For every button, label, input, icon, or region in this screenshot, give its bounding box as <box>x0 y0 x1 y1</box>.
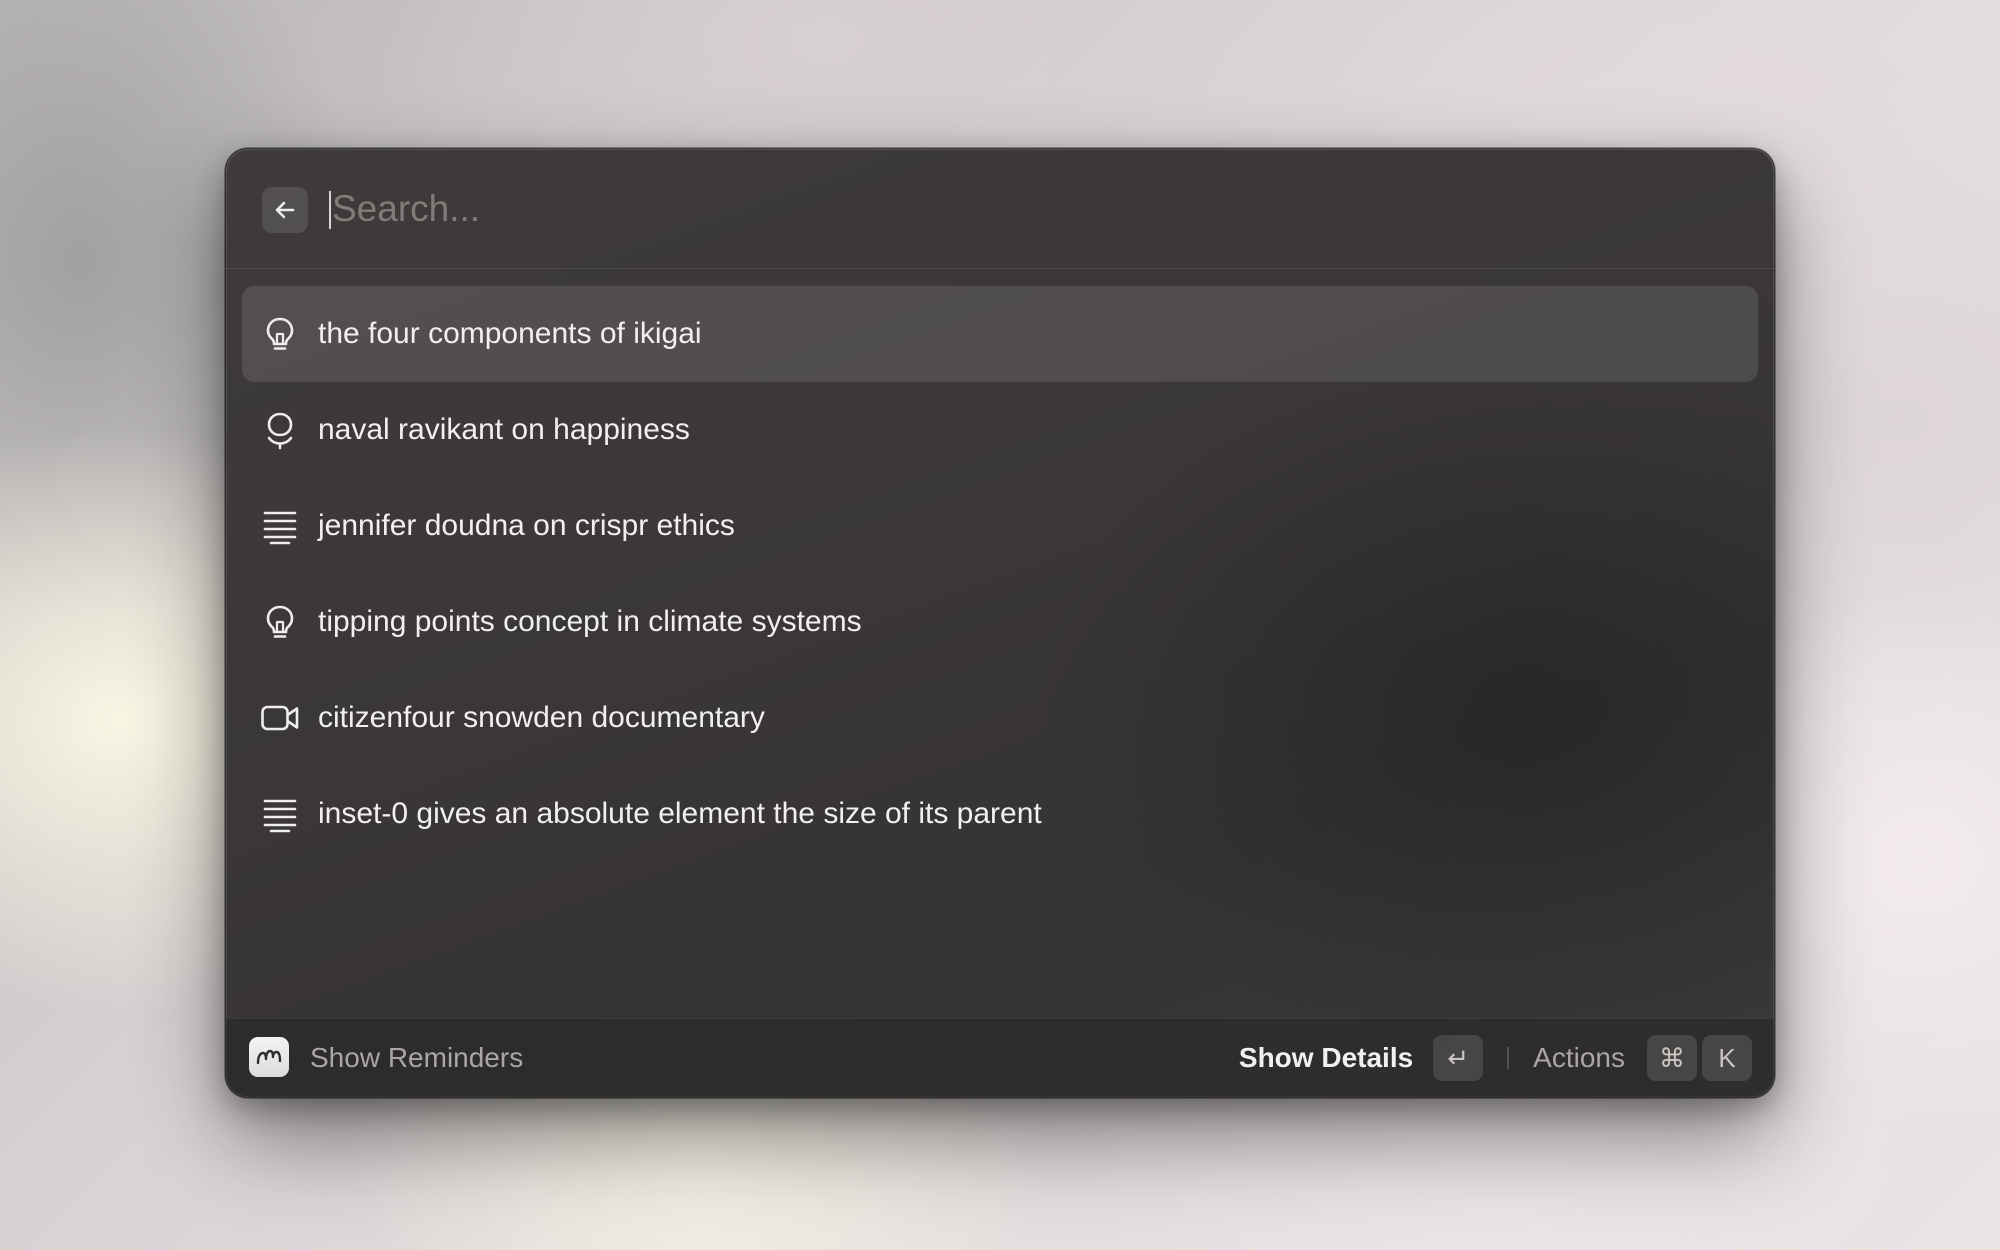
action-bar: Show Reminders Show Details ↵ Actions ⌘ … <box>226 1018 1774 1097</box>
search-input[interactable] <box>326 175 1712 243</box>
video-icon <box>258 696 302 740</box>
command-palette-window: the four components of ikigai naval ravi… <box>226 149 1774 1097</box>
result-label: citizenfour snowden documentary <box>318 701 765 734</box>
back-button[interactable] <box>262 187 308 233</box>
result-label: tipping points concept in climate system… <box>318 605 862 638</box>
lightbulb-icon <box>258 600 302 644</box>
result-item[interactable]: citizenfour snowden documentary <box>242 670 1758 766</box>
podcast-icon <box>258 408 302 452</box>
footer-actions: Show Details ↵ Actions ⌘ K <box>1239 1019 1752 1097</box>
show-details-button[interactable]: Show Details <box>1239 1042 1413 1074</box>
result-item[interactable]: jennifer doudna on crispr ethics <box>242 478 1758 574</box>
app-logo-icon <box>249 1037 289 1077</box>
lightbulb-icon <box>258 312 302 356</box>
result-item[interactable]: the four components of ikigai <box>242 286 1758 382</box>
result-item[interactable]: inset-0 gives an absolute element the si… <box>242 766 1758 862</box>
arrow-left-icon <box>275 201 295 219</box>
divider <box>1507 1047 1510 1069</box>
text-cursor <box>329 191 331 229</box>
return-key-hint: ↵ <box>1433 1035 1484 1081</box>
results-list: the four components of ikigai naval ravi… <box>242 286 1758 862</box>
result-label: jennifer doudna on crispr ethics <box>318 509 735 542</box>
search-header <box>226 149 1774 269</box>
k-key-hint: K <box>1702 1035 1752 1081</box>
show-reminders-button[interactable]: Show Reminders <box>310 1019 523 1097</box>
command-key-hint: ⌘ <box>1647 1035 1697 1081</box>
text-lines-icon <box>258 504 302 548</box>
result-item[interactable]: tipping points concept in climate system… <box>242 574 1758 670</box>
result-item[interactable]: naval ravikant on happiness <box>242 382 1758 478</box>
text-lines-icon <box>258 792 302 836</box>
result-label: naval ravikant on happiness <box>318 413 690 446</box>
result-label: the four components of ikigai <box>318 317 702 350</box>
result-label: inset-0 gives an absolute element the si… <box>318 797 1042 830</box>
actions-button[interactable]: Actions <box>1533 1042 1625 1074</box>
